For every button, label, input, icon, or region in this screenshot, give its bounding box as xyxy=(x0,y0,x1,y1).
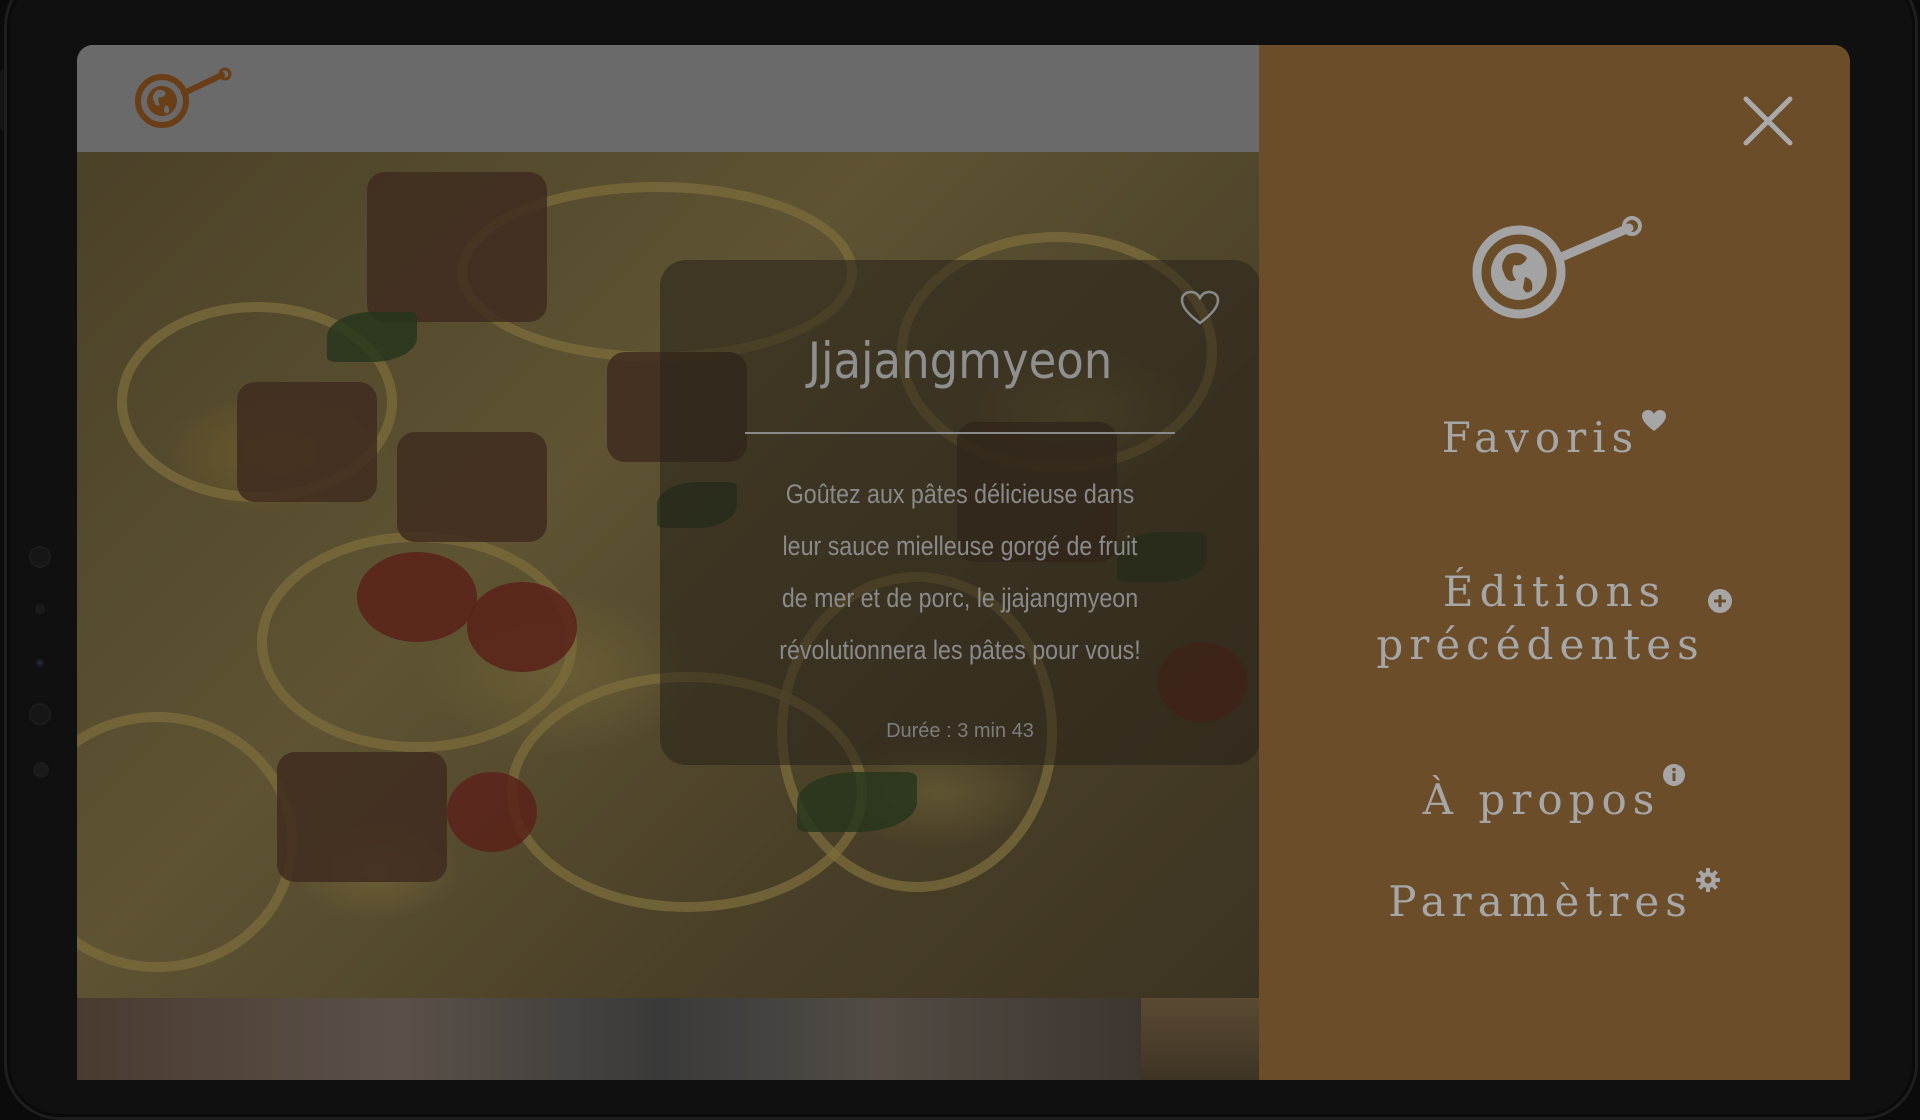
title-divider xyxy=(745,432,1175,434)
recipe-thumbnail[interactable] xyxy=(1141,998,1259,1080)
app-header xyxy=(77,45,1259,152)
recipe-duration: Durée : 3 min 43 xyxy=(886,720,1034,742)
side-menu-drawer: Favoris Éditions précédentes À propos Pa… xyxy=(1259,45,1850,1080)
sensor-dot xyxy=(36,659,44,667)
menu-item-favoris[interactable]: Favoris xyxy=(1259,410,1850,464)
menu-item-label: Favoris xyxy=(1441,413,1640,462)
plus-circle-icon xyxy=(1707,589,1732,613)
logo-icon[interactable] xyxy=(132,67,237,132)
recipe-description: Goûtez aux pâtes délicieuse dans leur sa… xyxy=(779,479,1141,665)
gear-icon xyxy=(1695,868,1720,892)
heart-icon xyxy=(1642,410,1667,431)
sensor-dot xyxy=(33,762,49,778)
recipe-title: Jjajangmyeon xyxy=(807,332,1113,390)
app-content: Jjajangmyeon Goûtez aux pâtes délicieuse… xyxy=(77,45,1260,1080)
sensor-dot xyxy=(35,604,45,614)
logo-icon xyxy=(1472,216,1642,319)
front-camera xyxy=(29,546,51,568)
hardware-button xyxy=(0,70,4,130)
info-icon xyxy=(1663,764,1686,786)
menu-item-a-propos[interactable]: À propos xyxy=(1259,764,1850,826)
favorite-heart-icon[interactable] xyxy=(1180,290,1220,326)
menu-item-editions-precedentes[interactable]: Éditions précédentes xyxy=(1259,565,1850,671)
screen: Jjajangmyeon Goûtez aux pâtes délicieuse… xyxy=(77,45,1850,1080)
menu-item-parametres[interactable]: Paramètres xyxy=(1259,868,1850,928)
recipe-thumbnails xyxy=(77,998,1259,1080)
recipe-thumbnail[interactable] xyxy=(77,998,1141,1080)
close-icon[interactable] xyxy=(1742,95,1794,147)
menu-item-label: À propos xyxy=(1422,775,1661,824)
recipe-card[interactable]: Jjajangmyeon Goûtez aux pâtes délicieuse… xyxy=(660,260,1260,765)
menu-item-label: Paramètres xyxy=(1388,877,1693,926)
menu-item-label: précédentes xyxy=(1376,620,1705,669)
menu-item-label: Éditions xyxy=(1442,567,1667,616)
sensor-dot xyxy=(29,703,51,725)
